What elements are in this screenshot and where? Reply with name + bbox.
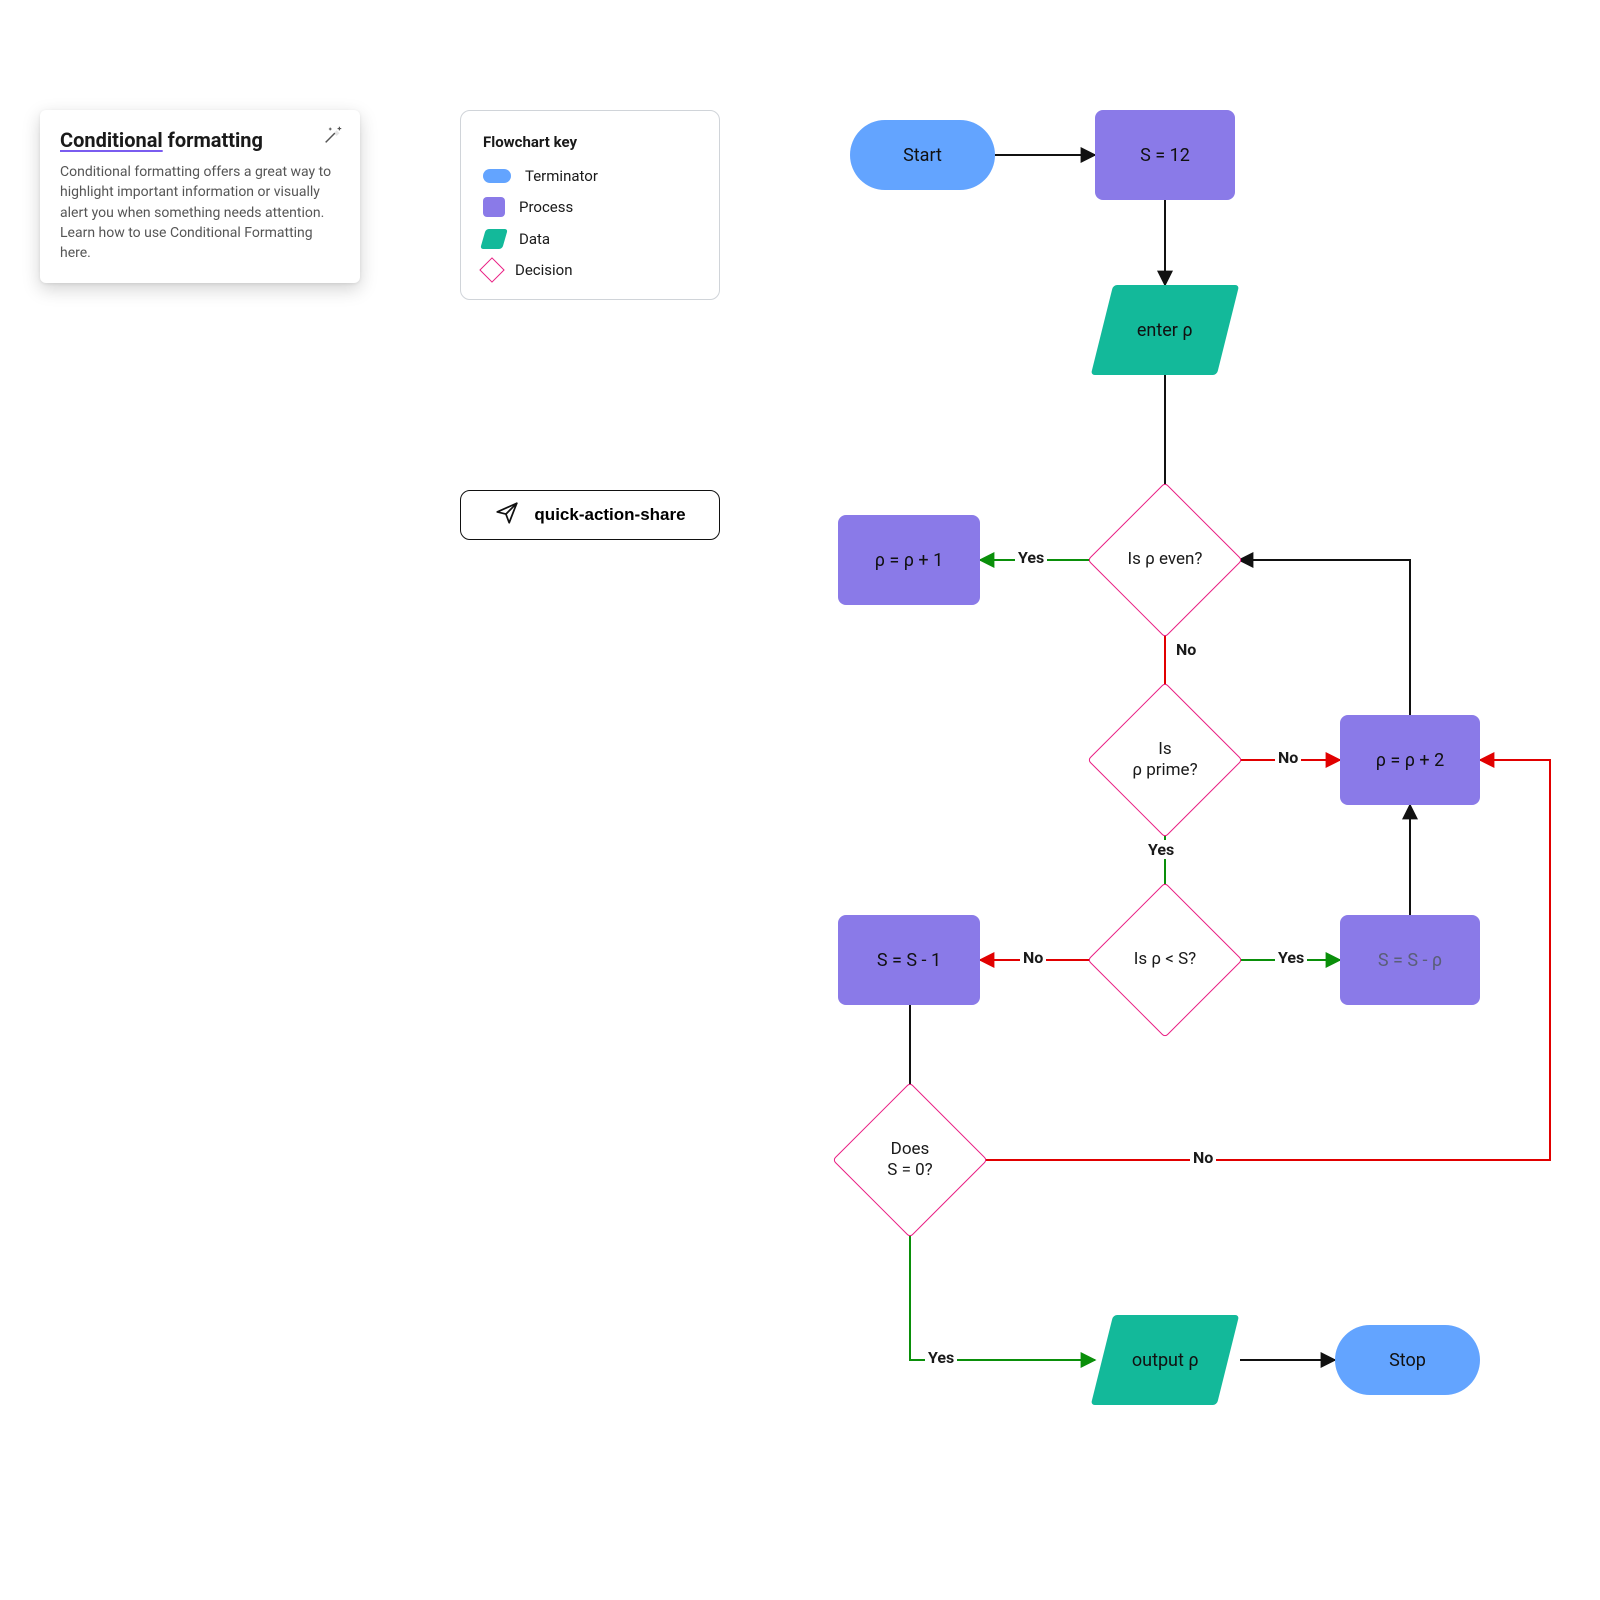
quick-action-share-button[interactable]: quick-action-share <box>460 490 720 540</box>
conditional-formatting-tip: Conditional formatting Conditional forma… <box>40 110 360 283</box>
node-stop[interactable]: Stop <box>1335 1325 1480 1395</box>
legend-title: Flowchart key <box>483 133 697 151</box>
node-inc2[interactable]: ρ = ρ + 2 <box>1340 715 1480 805</box>
process-swatch-icon <box>483 197 505 217</box>
flowchart[interactable]: Start S = 12 enter ρ Is ρ even? ρ = ρ + … <box>820 110 1580 1510</box>
paper-plane-icon <box>494 500 520 531</box>
node-input[interactable]: enter ρ <box>1091 285 1239 375</box>
node-start[interactable]: Start <box>850 120 995 190</box>
decision-swatch-icon <box>479 257 504 282</box>
legend-decision: Decision <box>483 261 697 279</box>
data-swatch-icon <box>480 229 508 249</box>
node-is-zero[interactable]: Does S = 0? <box>855 1105 965 1215</box>
tip-title: Conditional formatting <box>60 128 340 152</box>
node-output[interactable]: output ρ <box>1091 1315 1239 1405</box>
label-prime-yes: Yes <box>1145 840 1177 859</box>
node-is-lt[interactable]: Is ρ < S? <box>1110 905 1220 1015</box>
node-is-even[interactable]: Is ρ even? <box>1110 505 1220 615</box>
terminator-swatch-icon <box>483 169 511 183</box>
node-sub-1[interactable]: S = S - 1 <box>838 915 980 1005</box>
label-even-yes: Yes <box>1015 548 1047 567</box>
node-init[interactable]: S = 12 <box>1095 110 1235 200</box>
legend-terminator: Terminator <box>483 167 697 185</box>
legend-process: Process <box>483 197 697 217</box>
node-sub-rho[interactable]: S = S - ρ <box>1340 915 1480 1005</box>
node-is-prime[interactable]: Is ρ prime? <box>1110 705 1220 815</box>
flowchart-key: Flowchart key Terminator Process Data De… <box>460 110 720 300</box>
label-prime-no: No <box>1275 748 1301 767</box>
tip-body: Conditional formatting offers a great wa… <box>60 162 340 263</box>
label-even-no: No <box>1173 640 1199 659</box>
label-zero-yes: Yes <box>925 1348 957 1367</box>
label-lt-no: No <box>1020 948 1046 967</box>
legend-data: Data <box>483 229 697 249</box>
label-lt-yes: Yes <box>1275 948 1307 967</box>
magic-wand-icon <box>322 124 344 146</box>
label-zero-no: No <box>1190 1148 1216 1167</box>
node-inc1[interactable]: ρ = ρ + 1 <box>838 515 980 605</box>
